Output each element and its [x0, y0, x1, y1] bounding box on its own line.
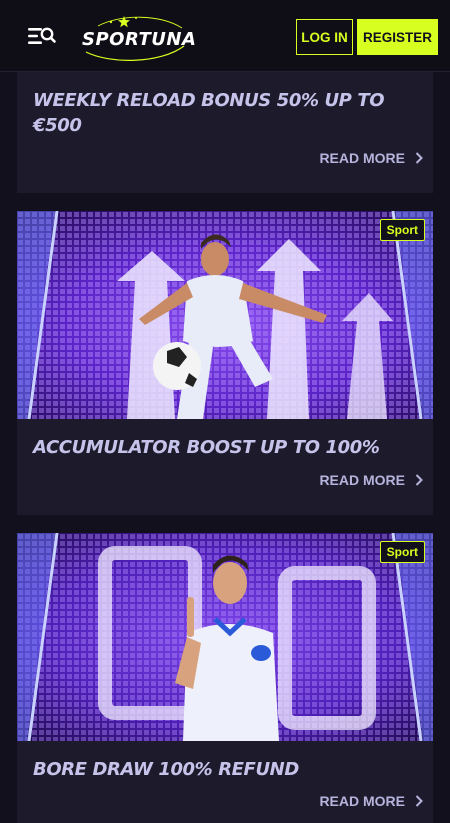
read-more-label: READ MORE	[319, 472, 405, 488]
promo-image[interactable]: Sport	[17, 211, 433, 419]
read-more-link[interactable]: READ MORE	[319, 793, 423, 809]
promo-image[interactable]: Sport	[17, 533, 433, 741]
logo-text: SPORTUNA	[82, 29, 197, 50]
promo-title: BORE DRAW 100% REFUND	[33, 759, 299, 780]
menu-search-icon	[28, 27, 56, 44]
category-badge: Sport	[379, 541, 425, 563]
promo-title: WEEKLY RELOAD BONUS 50% UP TO €500	[33, 90, 385, 136]
read-more-label: READ MORE	[319, 150, 405, 166]
chevron-right-icon	[415, 795, 423, 807]
site-header: SPORTUNA LOG IN REGISTER	[0, 0, 450, 72]
promo-title: ACCUMULATOR BOOST UP TO 100%	[33, 437, 380, 458]
login-button[interactable]: LOG IN	[296, 19, 353, 55]
chevron-right-icon	[415, 474, 423, 486]
promo-card: Sport BORE DRAW 100% REFUND READ MORE	[17, 533, 433, 823]
sportuna-logo[interactable]: SPORTUNA	[80, 12, 196, 62]
promo-card: Sport ACCUMULATOR BOOST UP TO 100% READ …	[17, 211, 433, 515]
register-button[interactable]: REGISTER	[357, 19, 438, 55]
category-badge: Sport	[379, 219, 425, 241]
read-more-link[interactable]: READ MORE	[319, 150, 423, 166]
read-more-link[interactable]: READ MORE	[319, 472, 423, 488]
menu-search-button[interactable]	[24, 22, 58, 50]
chevron-right-icon	[415, 152, 423, 164]
read-more-label: READ MORE	[319, 793, 405, 809]
